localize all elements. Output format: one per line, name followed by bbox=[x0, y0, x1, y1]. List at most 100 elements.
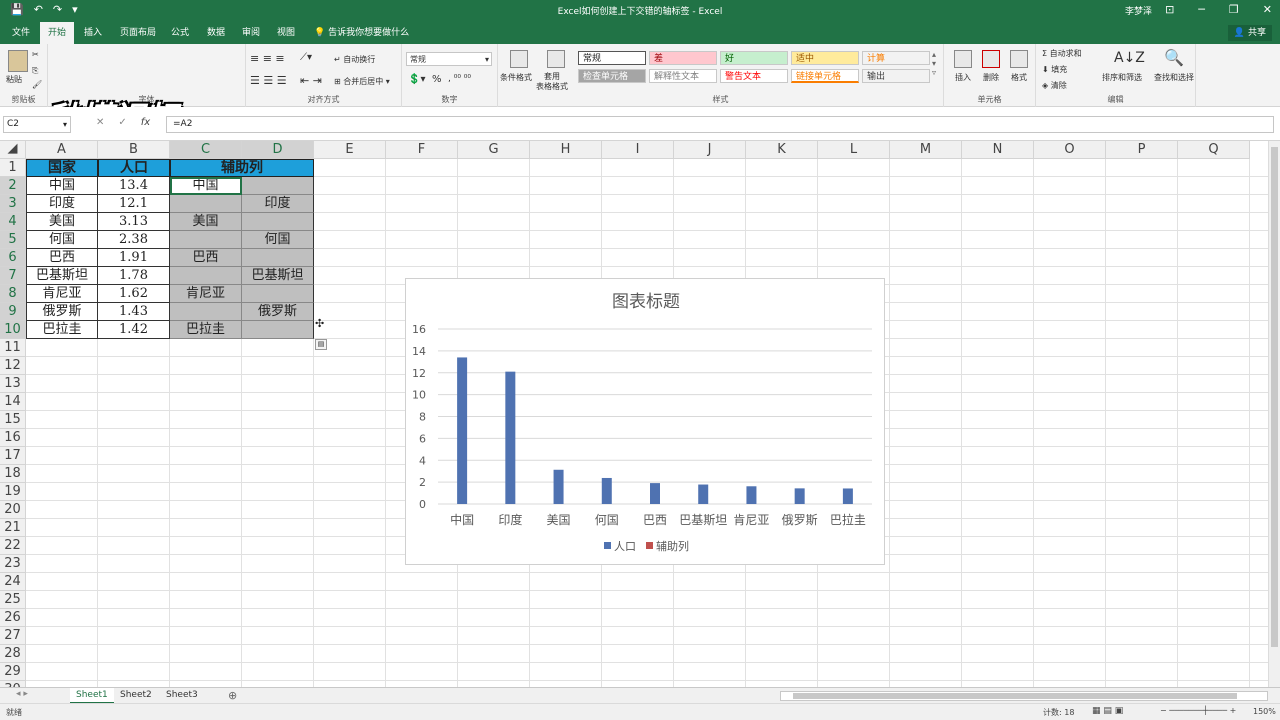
tab-formulas[interactable]: 公式 bbox=[163, 22, 197, 44]
conditional-format-button[interactable]: 条件格式 bbox=[500, 72, 532, 83]
ribbon-display-icon[interactable]: ⊡ bbox=[1165, 3, 1174, 16]
column-header-a[interactable]: A bbox=[26, 141, 98, 159]
row-header-14[interactable]: 14 bbox=[0, 393, 26, 411]
vertical-scrollbar[interactable] bbox=[1268, 141, 1280, 687]
cell-country[interactable]: 美国 bbox=[26, 213, 98, 231]
zoom-level[interactable]: 150% bbox=[1253, 707, 1276, 716]
fill-button[interactable]: ⬇ 填充 bbox=[1042, 64, 1067, 75]
minimize-icon[interactable]: ─ bbox=[1198, 3, 1205, 16]
row-header-9[interactable]: 9 bbox=[0, 303, 26, 321]
currency-icon[interactable]: 💲▾ bbox=[408, 74, 425, 85]
comma-icon[interactable]: , ⁰⁰ ⁰⁰ bbox=[448, 74, 471, 84]
row-header-10[interactable]: 10 bbox=[0, 321, 26, 339]
column-header-p[interactable]: P bbox=[1106, 141, 1178, 159]
sheet-tab-1[interactable]: Sheet1 bbox=[70, 688, 114, 704]
sheet-tab-3[interactable]: Sheet3 bbox=[160, 688, 204, 704]
row-header-17[interactable]: 17 bbox=[0, 447, 26, 465]
column-header-g[interactable]: G bbox=[458, 141, 530, 159]
horizontal-scroll-thumb[interactable] bbox=[793, 693, 1237, 699]
column-header-h[interactable]: H bbox=[530, 141, 602, 159]
tab-insert[interactable]: 插入 bbox=[76, 22, 110, 44]
tab-file[interactable]: 文件 bbox=[4, 22, 38, 44]
align-left-icon[interactable]: ☰ ☰ ☰ bbox=[250, 74, 287, 87]
header-aux[interactable]: 辅助列 bbox=[170, 159, 314, 177]
format-cells-button[interactable]: 格式 bbox=[1011, 72, 1027, 83]
add-sheet-icon[interactable]: ⊕ bbox=[222, 688, 243, 704]
cell-aux-c[interactable] bbox=[170, 267, 242, 285]
row-header-16[interactable]: 16 bbox=[0, 429, 26, 447]
cell-population[interactable]: 1.43 bbox=[98, 303, 170, 321]
paste-button[interactable]: 粘贴 bbox=[6, 74, 22, 85]
header-population[interactable]: 人口 bbox=[98, 159, 170, 177]
name-box[interactable]: C2 ▾ bbox=[3, 116, 71, 133]
autosum-button[interactable]: Σ 自动求和 bbox=[1042, 48, 1082, 59]
column-header-l[interactable]: L bbox=[818, 141, 890, 159]
row-header-24[interactable]: 24 bbox=[0, 573, 26, 591]
column-header-m[interactable]: M bbox=[890, 141, 962, 159]
row-header-22[interactable]: 22 bbox=[0, 537, 26, 555]
header-country[interactable]: 国家 bbox=[26, 159, 98, 177]
orientation-icon[interactable]: ⟋▾ bbox=[300, 52, 312, 63]
select-all-corner[interactable]: ◢ bbox=[0, 141, 26, 159]
cell-style-2[interactable]: 好 bbox=[720, 51, 788, 65]
column-header-n[interactable]: N bbox=[962, 141, 1034, 159]
column-header-e[interactable]: E bbox=[314, 141, 386, 159]
formula-input[interactable]: =A2 bbox=[166, 116, 1274, 133]
align-top-icon[interactable]: ≡ ≡ ≡ bbox=[250, 52, 285, 65]
tab-view[interactable]: 视图 bbox=[269, 22, 303, 44]
cell-population[interactable]: 12.1 bbox=[98, 195, 170, 213]
view-buttons-icon[interactable]: ▦ ▤ ▣ bbox=[1092, 706, 1123, 716]
column-header-j[interactable]: J bbox=[674, 141, 746, 159]
cell-country[interactable]: 肯尼亚 bbox=[26, 285, 98, 303]
row-header-26[interactable]: 26 bbox=[0, 609, 26, 627]
cell-aux-c[interactable]: 美国 bbox=[170, 213, 242, 231]
cell-country[interactable]: 巴基斯坦 bbox=[26, 267, 98, 285]
tab-data[interactable]: 数据 bbox=[199, 22, 233, 44]
cell-aux-d[interactable]: 巴基斯坦 bbox=[242, 267, 314, 285]
enter-icon[interactable]: ✓ bbox=[118, 117, 126, 128]
insert-cells-button[interactable]: 插入 bbox=[955, 72, 971, 83]
cell-aux-c[interactable] bbox=[170, 303, 242, 321]
format-painter-button[interactable]: 🖌 bbox=[32, 80, 42, 89]
quick-analysis-icon[interactable]: ▤ bbox=[315, 339, 327, 350]
chart-object[interactable]: 图表标题 0 2 4 6 8 10 12 14 16 中国 印度 美国 何国 巴西 巴基斯坦 肯尼亚 俄罗斯 巴拉圭… bbox=[405, 278, 885, 565]
cell-population[interactable]: 1.62 bbox=[98, 285, 170, 303]
copy-button[interactable]: ⎘ bbox=[32, 66, 38, 76]
row-header-21[interactable]: 21 bbox=[0, 519, 26, 537]
cell-aux-d[interactable] bbox=[242, 249, 314, 267]
cell-country[interactable]: 印度 bbox=[26, 195, 98, 213]
cell-style-0[interactable]: 常规 bbox=[578, 51, 646, 65]
column-header-b[interactable]: B bbox=[98, 141, 170, 159]
cell-aux-c[interactable]: 中国 bbox=[170, 177, 242, 195]
indent-icon[interactable]: ⇤ ⇥ bbox=[300, 74, 322, 87]
row-header-20[interactable]: 20 bbox=[0, 501, 26, 519]
zoom-slider[interactable]: − ───────┼──── + bbox=[1160, 706, 1236, 715]
cell-aux-d[interactable]: 何国 bbox=[242, 231, 314, 249]
row-header-25[interactable]: 25 bbox=[0, 591, 26, 609]
row-header-28[interactable]: 28 bbox=[0, 645, 26, 663]
user-name[interactable]: 李梦泽 bbox=[1125, 4, 1152, 17]
cell-aux-d[interactable]: 俄罗斯 bbox=[242, 303, 314, 321]
cell-population[interactable]: 3.13 bbox=[98, 213, 170, 231]
cell-aux-d[interactable]: 印度 bbox=[242, 195, 314, 213]
cell-population[interactable]: 1.42 bbox=[98, 321, 170, 339]
row-header-29[interactable]: 29 bbox=[0, 663, 26, 681]
row-header-8[interactable]: 8 bbox=[0, 285, 26, 303]
cell-style-5[interactable]: 检查单元格 bbox=[578, 69, 646, 83]
clear-button[interactable]: ◈ 清除 bbox=[1042, 80, 1067, 91]
number-format-select[interactable]: 常规 ▾ bbox=[406, 52, 492, 66]
cell-aux-c[interactable] bbox=[170, 231, 242, 249]
merge-center-button[interactable]: ⊞ 合并后居中 ▾ bbox=[334, 76, 390, 87]
row-header-11[interactable]: 11 bbox=[0, 339, 26, 357]
share-button[interactable]: 👤 共享 bbox=[1227, 25, 1272, 41]
row-header-13[interactable]: 13 bbox=[0, 375, 26, 393]
cell-aux-d[interactable] bbox=[242, 321, 314, 339]
cell-aux-d[interactable] bbox=[242, 213, 314, 231]
cell-style-4[interactable]: 计算 bbox=[862, 51, 930, 65]
cancel-icon[interactable]: ✕ bbox=[96, 117, 104, 128]
cell-style-7[interactable]: 警告文本 bbox=[720, 69, 788, 83]
column-header-k[interactable]: K bbox=[746, 141, 818, 159]
wrap-text-button[interactable]: ↵ 自动换行 bbox=[334, 54, 375, 65]
gallery-scroll-icon[interactable]: ▴ ▾ ▿ bbox=[932, 50, 936, 77]
row-header-2[interactable]: 2 bbox=[0, 177, 26, 195]
